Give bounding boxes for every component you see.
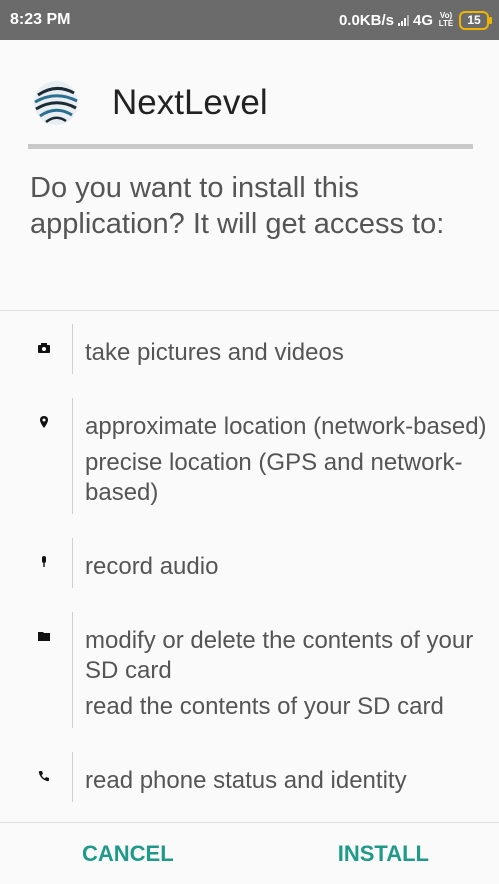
status-bar: 8:23 PM 0.0KB/s 4G Vo) LTE 15 — [0, 0, 499, 40]
location-pin-icon — [40, 416, 48, 428]
action-bar: CANCEL INSTALL — [0, 822, 499, 884]
network-speed: 0.0KB/s — [338, 11, 394, 29]
permission-item: approximate location (network-based) — [85, 413, 487, 440]
permission-item: read phone status and identity — [85, 767, 407, 794]
permission-item: modify or delete the contents of your SD… — [85, 627, 474, 684]
phone-icon — [38, 771, 49, 782]
header-divider — [28, 144, 473, 149]
signal-strength-icon — [397, 14, 409, 26]
permission-item: record audio — [85, 553, 219, 580]
permission-group-location: approximate location (network-based) pre… — [0, 398, 499, 514]
permission-group-phone: read phone status and identity — [0, 752, 499, 802]
cancel-button[interactable]: CANCEL — [82, 841, 174, 867]
volte-icon: Vo) LTE — [438, 11, 454, 28]
permission-group-microphone: record audio — [0, 538, 499, 588]
camera-icon — [38, 343, 50, 353]
nextlevel-logo-icon — [34, 81, 78, 125]
permission-item: precise location (GPS and network-based) — [85, 449, 463, 506]
section-divider — [0, 310, 499, 311]
permission-list[interactable]: take pictures and videos approximate loc… — [0, 324, 499, 826]
status-time: 8:23 PM — [10, 11, 71, 28]
permission-group-storage: modify or delete the contents of your SD… — [0, 612, 499, 728]
app-header: NextLevel — [30, 68, 268, 138]
permission-group-camera: take pictures and videos — [0, 324, 499, 374]
permission-item: read the contents of your SD card — [85, 693, 444, 720]
network-type: 4G — [412, 11, 433, 29]
status-indicators: 0.0KB/s 4G Vo) LTE 15 — [338, 10, 492, 30]
battery-icon: 15 — [459, 10, 492, 30]
folder-icon — [38, 632, 50, 641]
battery-level: 15 — [467, 13, 481, 27]
app-name: NextLevel — [112, 83, 268, 122]
permission-item: take pictures and videos — [85, 339, 344, 366]
install-prompt: Do you want to install this application?… — [30, 172, 445, 240]
install-button[interactable]: INSTALL — [338, 841, 429, 867]
microphone-icon — [42, 556, 46, 567]
